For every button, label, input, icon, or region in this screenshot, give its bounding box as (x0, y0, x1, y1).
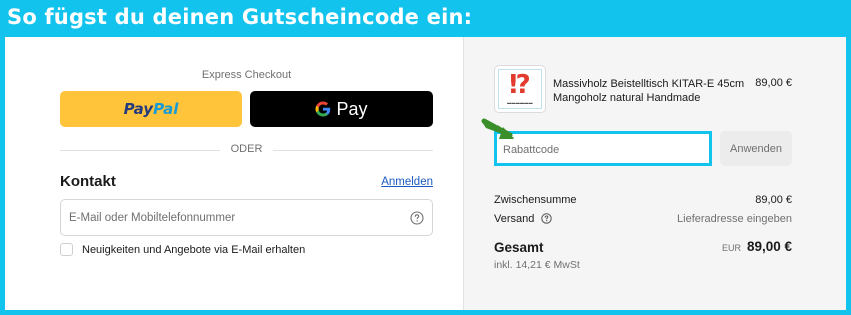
subtotal-value: 89,00 € (755, 194, 792, 206)
vat-note: inkl. 14,21 € MwSt (494, 259, 580, 271)
or-divider-text: ODER (230, 143, 263, 155)
subtotal-row: Zwischensumme 89,00 € (494, 194, 792, 206)
apply-discount-button[interactable]: Anwenden (720, 131, 792, 166)
login-link[interactable]: Anmelden (381, 176, 433, 188)
shipping-value: Lieferadresse eingeben (677, 213, 792, 225)
express-checkout-label: Express Checkout (201, 69, 292, 81)
product-name-line-2: Mangoholz natural Handmade (553, 92, 701, 104)
shipping-help-icon[interactable] (541, 213, 553, 224)
paypal-logo-pay: Pay (123, 100, 154, 118)
total-row: Gesamt EUR 89,00 € (494, 239, 792, 257)
total-value-group: EUR 89,00 € (722, 239, 792, 254)
newsletter-checkbox[interactable] (60, 243, 73, 256)
help-circle-icon[interactable] (410, 211, 424, 225)
product-name-line-1: Massivholz Beistelltisch KITAR-E 45cm (553, 78, 745, 90)
contact-heading: Kontakt (60, 173, 116, 190)
google-pay-button[interactable]: Pay (250, 91, 433, 127)
banner-title: So fügst du deinen Gutscheincode ein: (7, 5, 473, 29)
checkout-panel: Express Checkout Pay Pal Pay ODER Kontakt… (5, 37, 846, 310)
google-pay-label: Pay (336, 98, 368, 119)
total-amount: 89,00 € (746, 239, 792, 254)
thumbnail-caption-graphic: ▬▬▬▬▬▬ (507, 100, 533, 105)
newsletter-option[interactable]: Neuigkeiten und Angebote via E-Mail erha… (60, 243, 305, 256)
newsletter-label: Neuigkeiten und Angebote via E-Mail erha… (82, 243, 306, 256)
product-thumbnail: ⁉ ▬▬▬▬▬▬ (494, 65, 546, 113)
total-label: Gesamt (494, 240, 544, 255)
discount-code-placeholder: Rabattcode (503, 144, 560, 156)
shipping-label: Versand (494, 213, 535, 225)
subtotal-label: Zwischensumme (494, 194, 577, 206)
divider-line-right (273, 150, 433, 151)
google-g-icon (315, 101, 331, 117)
checkout-form-column: Express Checkout Pay Pal Pay ODER Kontakt… (5, 37, 463, 310)
product-price: 89,00 € (755, 77, 792, 89)
email-or-phone-input[interactable]: E-Mail oder Mobiltelefonnummer (60, 199, 433, 236)
paypal-button[interactable]: Pay Pal (60, 91, 242, 127)
product-thumbnail-image: ⁉ ▬▬▬▬▬▬ (498, 69, 542, 109)
order-summary-column: ⁉ ▬▬▬▬▬▬ Massivholz Beistelltisch KITAR-… (463, 37, 846, 310)
paypal-logo-pal: Pal (153, 100, 179, 118)
email-or-phone-placeholder: E-Mail oder Mobiltelefonnummer (69, 212, 236, 224)
shipping-row: Versand Lieferadresse eingeben (494, 213, 792, 225)
product-name: Massivholz Beistelltisch KITAR-E 45cm Ma… (553, 77, 753, 105)
interrobang-icon: ⁉ (509, 70, 531, 100)
pointer-arrow-icon (481, 118, 514, 139)
discount-code-input[interactable]: Rabattcode (494, 131, 712, 166)
or-divider: ODER (60, 143, 433, 157)
total-currency: EUR (721, 243, 741, 253)
